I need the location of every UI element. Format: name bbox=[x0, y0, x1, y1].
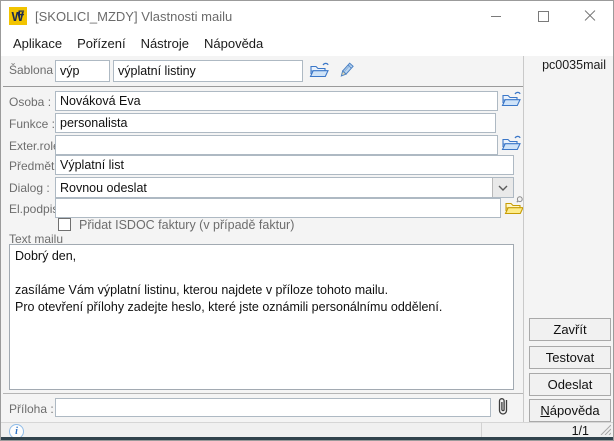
dialog-label: Dialog : bbox=[9, 181, 50, 195]
window-bottom-edge bbox=[1, 437, 613, 440]
predmet-input[interactable] bbox=[55, 155, 514, 175]
maximize-icon bbox=[538, 11, 549, 22]
sablona-label: Šablona : bbox=[9, 63, 60, 77]
dialog-selected-value: Rovnou odeslat bbox=[56, 181, 492, 195]
title-bar: WF [SKOLICI_MZDY] Vlastnosti mailu bbox=[1, 1, 613, 31]
menu-porizeni[interactable]: Pořízení bbox=[77, 36, 125, 51]
status-divider bbox=[481, 422, 482, 437]
menu-nastroje[interactable]: Nástroje bbox=[141, 36, 189, 51]
isdoc-checkbox-label: Přidat ISDOC faktury (v případě faktur) bbox=[79, 218, 294, 232]
exter-role-folder-open-icon[interactable] bbox=[501, 134, 523, 152]
minimize-button[interactable] bbox=[473, 1, 519, 31]
sablona-edit-pencil-icon[interactable] bbox=[336, 61, 358, 79]
sablona-code-input[interactable] bbox=[55, 60, 110, 82]
isdoc-checkbox[interactable] bbox=[58, 218, 71, 231]
maximize-button[interactable] bbox=[520, 1, 566, 31]
status-bar bbox=[1, 422, 613, 438]
funkce-label: Funkce : bbox=[9, 117, 55, 131]
panel-divider bbox=[523, 56, 524, 422]
close-icon bbox=[584, 10, 596, 22]
dialog-select[interactable]: Rovnou odeslat bbox=[55, 177, 514, 198]
page-counter: 1/1 bbox=[572, 424, 589, 438]
osoba-folder-open-icon[interactable] bbox=[501, 90, 523, 108]
odeslat-button[interactable]: Odeslat bbox=[529, 373, 611, 396]
osoba-input[interactable] bbox=[55, 91, 498, 111]
napoveda-button-label-rest: ápověda bbox=[550, 403, 600, 418]
sablona-folder-open-icon[interactable] bbox=[309, 61, 331, 79]
el-podpis-input[interactable] bbox=[55, 198, 501, 218]
osoba-label: Osoba : bbox=[9, 95, 51, 109]
priloha-label: Příloha : bbox=[9, 402, 54, 416]
exter-role-input[interactable] bbox=[55, 135, 498, 155]
close-button[interactable] bbox=[567, 1, 613, 31]
resize-grip-icon[interactable] bbox=[599, 423, 611, 435]
text-mailu-textarea[interactable]: Dobrý den, zasíláme Vám výplatní listinu… bbox=[9, 244, 514, 390]
section-separator bbox=[3, 86, 524, 87]
testovat-button[interactable]: Testovat bbox=[529, 346, 611, 369]
app-logo-icon: WF bbox=[9, 7, 27, 25]
menu-aplikace[interactable]: Aplikace bbox=[13, 36, 62, 51]
sablona-name-input[interactable] bbox=[113, 60, 303, 82]
window-title: [SKOLICI_MZDY] Vlastnosti mailu bbox=[35, 9, 232, 24]
minimize-icon bbox=[491, 16, 501, 17]
dialog-window: WF [SKOLICI_MZDY] Vlastnosti mailu Aplik… bbox=[0, 0, 614, 441]
exter-role-label: Exter.role bbox=[9, 139, 60, 153]
predmet-label: Předmět : bbox=[9, 159, 61, 173]
funkce-input[interactable] bbox=[55, 113, 496, 133]
paperclip-icon[interactable] bbox=[496, 395, 512, 419]
bottom-separator bbox=[3, 393, 524, 394]
napoveda-button-label-first: N bbox=[540, 403, 549, 418]
zavrit-button[interactable]: Zavřít bbox=[529, 318, 611, 341]
priloha-input[interactable] bbox=[55, 398, 491, 417]
napoveda-button[interactable]: Nápověda bbox=[529, 399, 611, 422]
host-label: pc0035mail bbox=[542, 58, 606, 72]
menu-bar: Aplikace Pořízení Nástroje Nápověda bbox=[1, 31, 613, 56]
menu-napoveda[interactable]: Nápověda bbox=[204, 36, 263, 51]
